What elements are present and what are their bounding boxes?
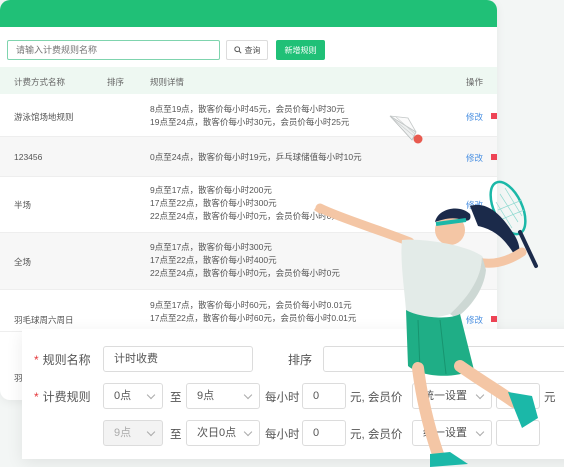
start-hour-value: 9点 — [114, 427, 132, 439]
unit-text: 元 — [544, 392, 556, 404]
rule-name: 羽毛球周六周日 — [14, 315, 74, 325]
to-word: 至 — [170, 429, 182, 441]
billing-label-text: 计费规则 — [42, 390, 91, 404]
edit-link[interactable]: 修改 — [466, 256, 483, 268]
detail-line: 17点至22点，散客价每小时60元，会员价每小时0.01元 — [150, 313, 357, 323]
price-input[interactable]: 0 — [302, 420, 346, 446]
table-row: 全场 9点至17点，散客价每小时300元 17点至22点，散客价每小时400元 … — [0, 233, 497, 290]
detail-line: 9点至17点，散客价每小时300元 — [150, 242, 272, 252]
detail-line: 9点至17点，散客价每小时200元 — [150, 185, 272, 195]
header-detail: 规则详情 — [150, 77, 185, 87]
chevron-down-icon — [243, 390, 253, 400]
header-order: 排序 — [107, 77, 125, 87]
rule-name-label-text: 规则名称 — [42, 353, 91, 367]
header-name: 计费方式名称 — [14, 77, 66, 87]
header-bar — [0, 0, 497, 27]
detail-line: 19点至24点，散客价每小时30元，会员价每小时25元 — [150, 117, 350, 127]
member-price-value: 统一设置 — [423, 390, 467, 402]
table-row: 半场 9点至17点，散客价每小时200元 17点至22点，散客价每小时300元 … — [0, 177, 497, 233]
edit-link[interactable]: 修改 — [466, 152, 483, 164]
member-price-input[interactable] — [496, 420, 540, 446]
member-price-value: 统一设置 — [423, 427, 467, 439]
screen: 查询 新增规则 计费方式名称 排序 规则详情 操作 游泳馆场地规则 8点至19点… — [0, 0, 564, 467]
start-hour-select[interactable]: 0点 — [103, 383, 163, 409]
to-word: 至 — [170, 392, 182, 404]
end-hour-value: 9点 — [197, 390, 215, 402]
edit-link[interactable]: 修改 — [466, 111, 483, 123]
chevron-down-icon — [475, 390, 485, 400]
detail-line: 22点至24点，散客价每小时0元，会员价每小时0元 — [150, 268, 340, 278]
rule-name: 全场 — [14, 257, 32, 267]
member-price-text: 元, 会员价 — [350, 392, 403, 404]
delete-link[interactable] — [491, 316, 497, 322]
member-price-select[interactable]: 统一设置 — [412, 420, 492, 446]
rule-name-label: * 规则名称 — [34, 351, 91, 368]
edit-link[interactable]: 修改 — [466, 199, 483, 211]
query-button[interactable]: 查询 — [226, 40, 268, 60]
toolbar: 查询 新增规则 — [7, 40, 325, 60]
query-label: 查询 — [244, 45, 261, 55]
detail-line: 8点至19点，散客价每小时45元，会员价每小时30元 — [150, 104, 345, 114]
add-rule-button[interactable]: 新增规则 — [276, 40, 325, 60]
detail-line: 22点至24点，散客价每小时0元，会员价每小时0元 — [150, 211, 340, 221]
end-hour-select[interactable]: 9点 — [186, 383, 260, 409]
start-hour-select-disabled: 9点 — [103, 420, 163, 446]
detail-line: 17点至22点，散客价每小时400元 — [150, 255, 277, 265]
price-input[interactable]: 0 — [302, 383, 346, 409]
rule-detail: 0点至24点，散客价每小时19元，乒乓球储值每小时10元 — [150, 151, 362, 164]
chevron-down-icon — [146, 390, 156, 400]
rule-detail: 9点至17点，散客价每小时200元 17点至22点，散客价每小时300元 22点… — [150, 184, 340, 223]
required-mark: * — [34, 390, 39, 404]
rule-detail: 9点至17点，散客价每小时300元 17点至22点，散客价每小时400元 22点… — [150, 241, 340, 280]
required-mark: * — [34, 353, 39, 367]
table-header: 计费方式名称 排序 规则详情 操作 — [0, 67, 497, 94]
edit-link[interactable]: 修改 — [466, 314, 483, 326]
rule-name: 半场 — [14, 200, 32, 210]
table-row: 羽毛球周六周日 9点至17点，散客价每小时60元，会员价每小时0.01元 17点… — [0, 290, 497, 332]
delete-link[interactable] — [491, 154, 497, 160]
search-icon — [233, 46, 242, 54]
detail-line: 0点至24点，散客价每小时19元，乒乓球储值每小时10元 — [150, 152, 362, 162]
header-ops: 操作 — [466, 77, 484, 87]
delete-link[interactable] — [491, 113, 497, 119]
rule-name-input[interactable]: 计时收费 — [103, 346, 253, 372]
chevron-down-icon — [475, 427, 485, 437]
per-hour-text: 每小时 — [265, 429, 300, 441]
billing-label: * 计费规则 — [34, 388, 91, 405]
rule-name: 游泳馆场地规则 — [14, 112, 74, 122]
rule-detail: 9点至17点，散客价每小时60元，会员价每小时0.01元 17点至22点，散客价… — [150, 299, 356, 325]
member-price-input[interactable] — [496, 383, 540, 409]
order-label: 排序 — [288, 353, 313, 367]
rule-form: * 规则名称 计时收费 排序 * 计费规则 0点 至 9点 每小时 0 元, 会员价… — [22, 329, 564, 459]
rule-detail: 8点至19点，散客价每小时45元，会员价每小时30元 19点至24点，散客价每小… — [150, 103, 349, 129]
end-hour-select[interactable]: 次日0点 — [186, 420, 260, 446]
detail-line: 9点至17点，散客价每小时60元，会员价每小时0.01元 — [150, 300, 352, 310]
chevron-down-icon — [243, 427, 253, 437]
member-price-text: 元, 会员价 — [350, 429, 403, 441]
end-hour-value: 次日0点 — [197, 427, 237, 439]
per-hour-text: 每小时 — [265, 392, 300, 404]
detail-line: 17点至22点，散客价每小时300元 — [150, 198, 277, 208]
order-input[interactable] — [323, 346, 564, 372]
member-price-select[interactable]: 统一设置 — [412, 383, 492, 409]
chevron-down-icon — [146, 427, 156, 437]
search-input[interactable] — [7, 40, 220, 60]
shuttlecock-icon — [389, 115, 423, 144]
rule-name: 123456 — [14, 152, 43, 162]
start-hour-value: 0点 — [114, 390, 132, 402]
